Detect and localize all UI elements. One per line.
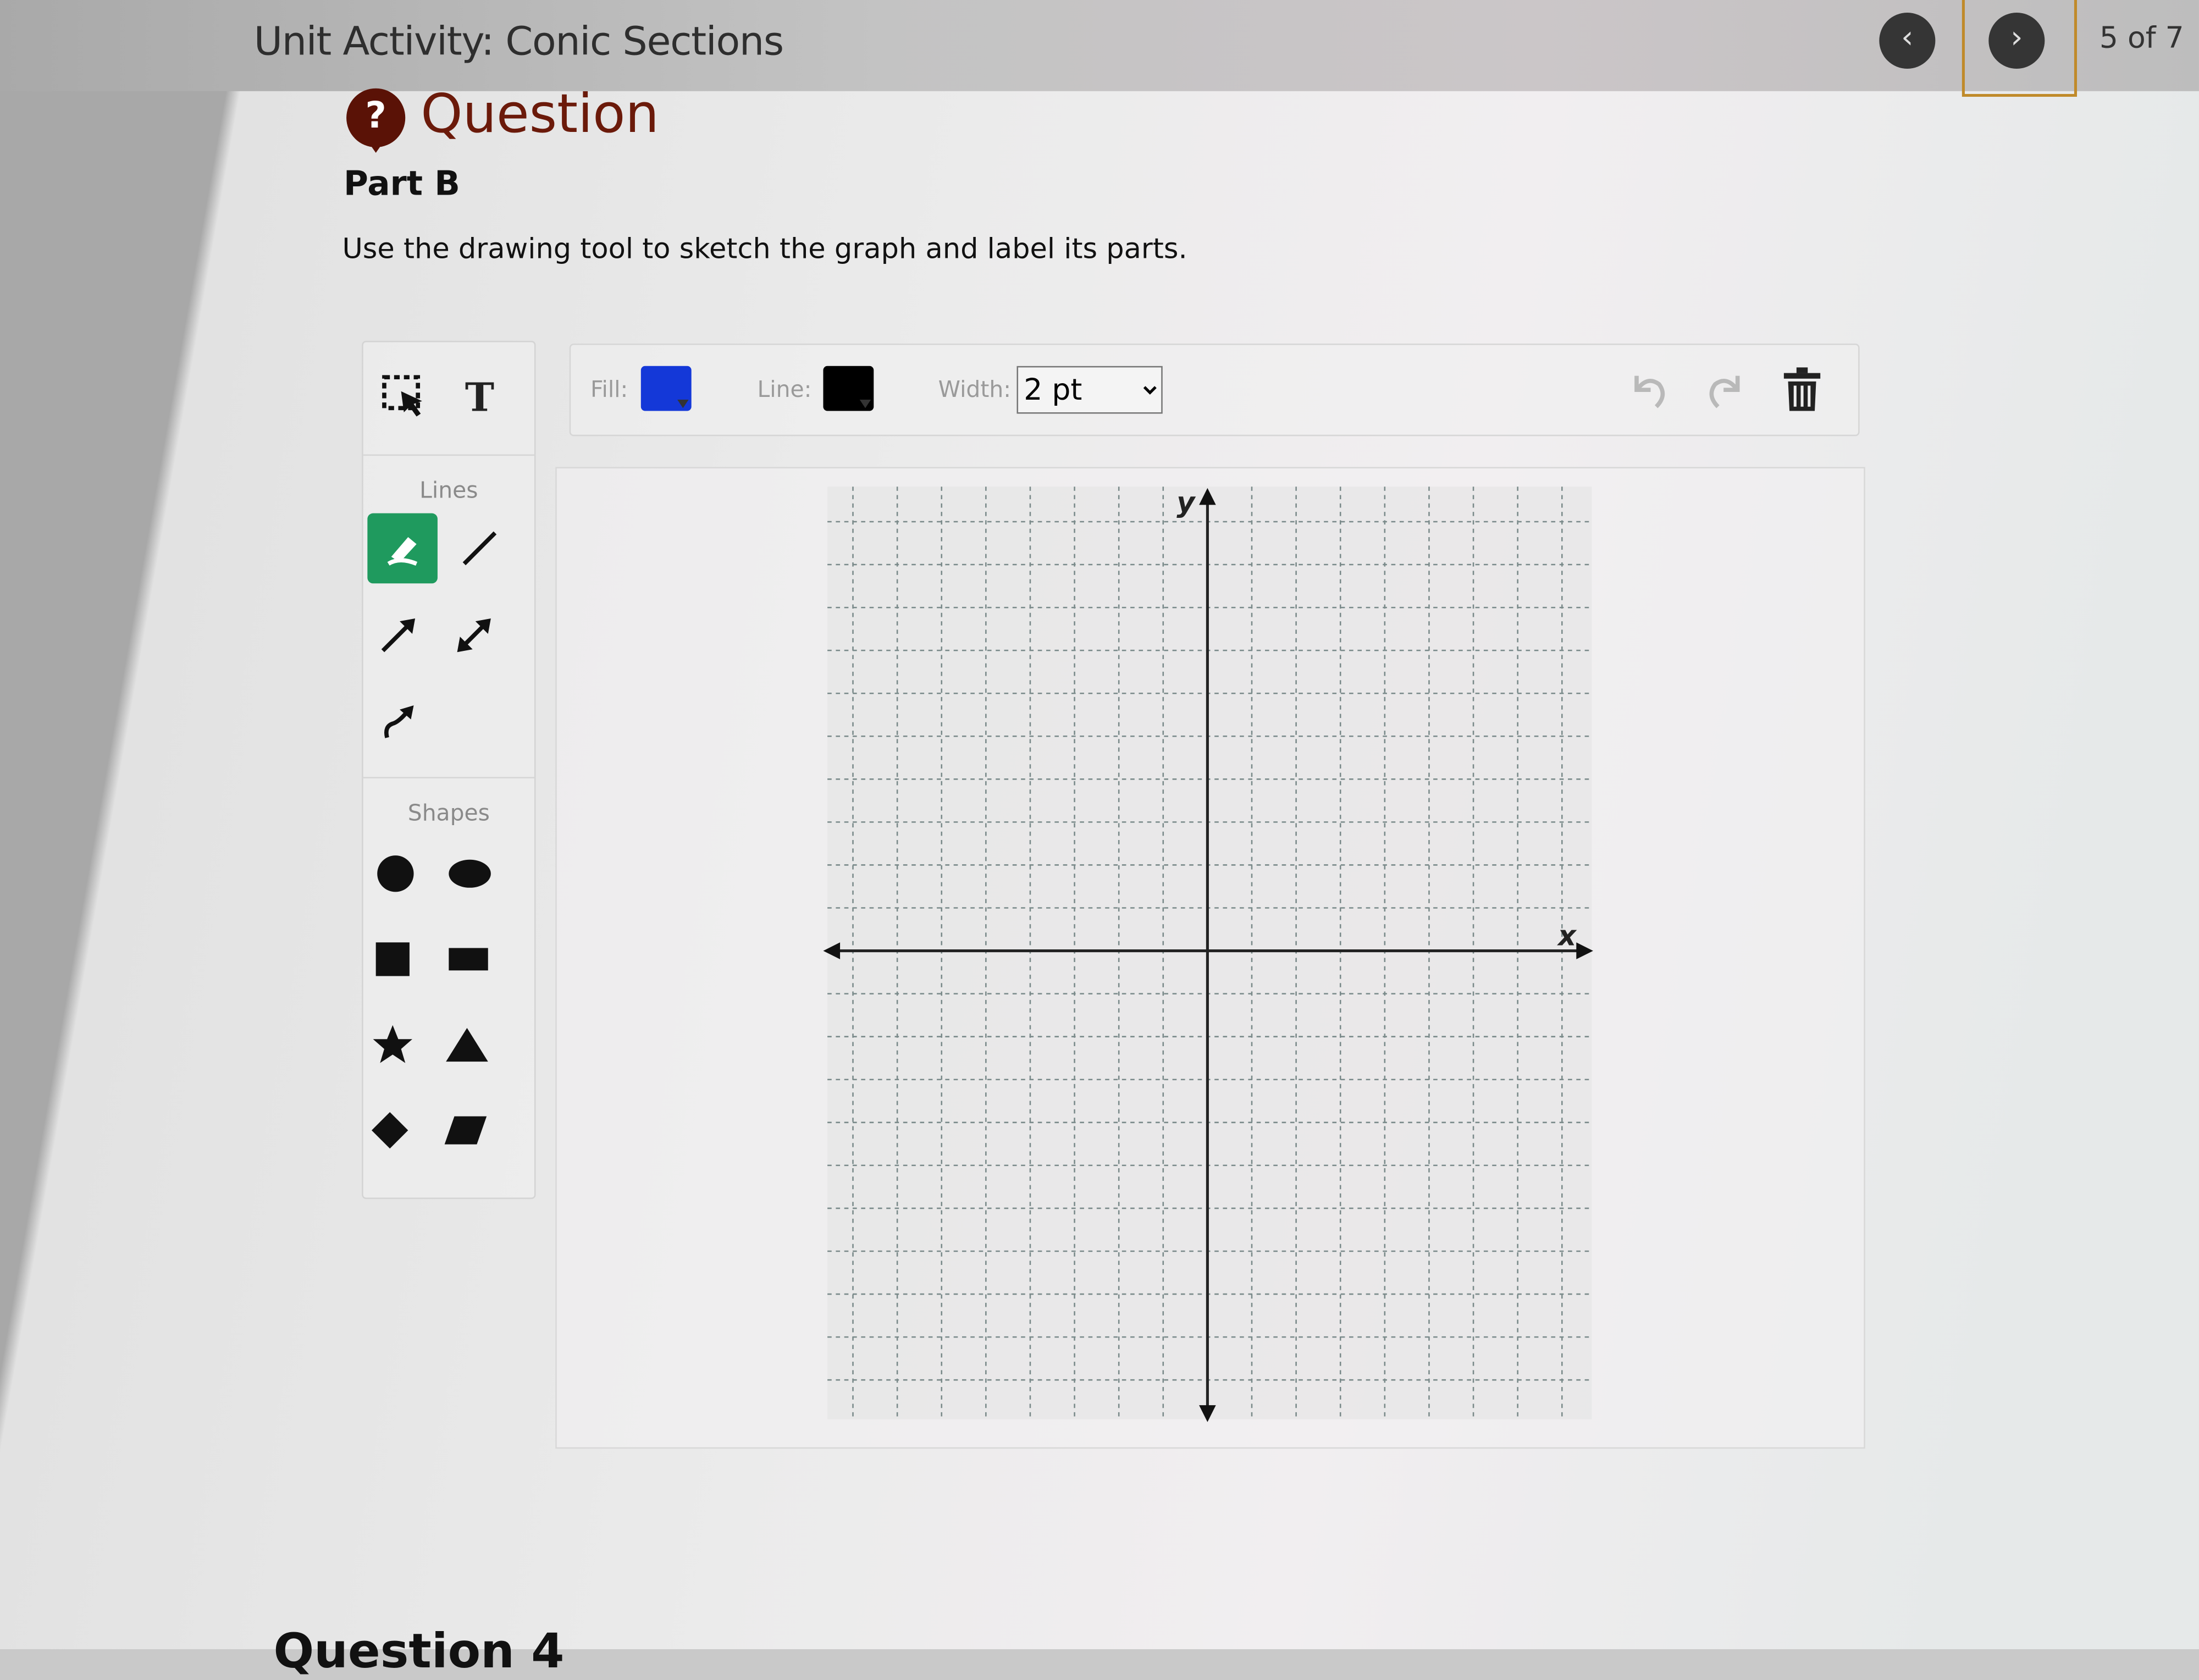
curved-arrow-icon — [384, 705, 414, 738]
tool-palette: T Lines Shapes — [361, 340, 536, 1200]
line-label: Line: — [757, 375, 812, 403]
curved-arrow-tool[interactable] — [363, 686, 434, 756]
trash-icon[interactable] — [1780, 364, 1825, 415]
page-indicator: 5 of 7 — [2099, 21, 2184, 55]
question-heading: Question — [421, 82, 659, 145]
line-color-picker[interactable] — [823, 366, 874, 411]
fill-label: Fill: — [590, 375, 628, 403]
text-icon: T — [465, 373, 495, 421]
activity-title: Unit Activity: Conic Sections — [253, 18, 784, 65]
question-bubble-icon: ? — [346, 88, 406, 153]
undo-icon[interactable] — [1626, 367, 1673, 412]
text-tool[interactable]: T — [445, 362, 515, 432]
diamond-icon — [372, 1112, 408, 1149]
parallelogram-icon — [444, 1116, 487, 1145]
pencil-icon — [387, 537, 418, 566]
page: Unit Activity: Conic Sections ‹ › 5 of 7… — [0, 0, 2199, 1680]
width-label: Width: — [938, 375, 1011, 403]
redo-icon[interactable] — [1701, 367, 1749, 412]
rectangle-icon — [449, 948, 488, 971]
divider — [363, 777, 534, 778]
part-label: Part B — [343, 164, 461, 203]
width-select[interactable]: 2 pt — [1016, 366, 1163, 414]
circle-tool[interactable] — [361, 838, 431, 909]
select-tool[interactable] — [369, 362, 439, 432]
chevron-right-icon: › — [2010, 21, 2023, 57]
diamond-tool[interactable] — [355, 1095, 425, 1165]
previous-button[interactable]: ‹ — [1879, 12, 1936, 69]
double-arrow-tool[interactable] — [439, 600, 509, 671]
circle-icon — [377, 855, 414, 892]
chevron-left-icon: ‹ — [1901, 21, 1914, 57]
divider — [363, 454, 534, 456]
arrow-tool[interactable] — [363, 600, 434, 671]
next-question-heading: Question 4 — [273, 1624, 565, 1680]
ellipse-tool[interactable] — [435, 838, 505, 909]
triangle-tool[interactable] — [432, 1010, 502, 1080]
double-arrow-icon — [457, 618, 491, 653]
question-glyph: ? — [365, 95, 386, 137]
square-icon — [375, 942, 410, 976]
rectangle-tool[interactable] — [433, 924, 504, 994]
line-tool[interactable] — [445, 513, 515, 584]
parallelogram-tool[interactable] — [430, 1095, 501, 1165]
marquee-select-icon — [382, 375, 422, 417]
freehand-tool[interactable] — [367, 513, 438, 584]
square-tool[interactable] — [358, 924, 428, 994]
line-icon — [462, 531, 497, 566]
instruction-text: Use the drawing tool to sketch the graph… — [342, 231, 1187, 266]
drawing-toolbar: Fill: Line: Width: 2 pt — [569, 343, 1860, 436]
triangle-icon — [446, 1027, 488, 1062]
lines-section-label: Lines — [419, 477, 478, 504]
shapes-section-label: Shapes — [407, 799, 490, 826]
arrow-icon — [381, 618, 416, 653]
star-tool[interactable] — [358, 1010, 428, 1080]
coordinate-grid[interactable]: xy — [817, 484, 1603, 1430]
ellipse-icon — [449, 859, 491, 888]
y-axis-label: y — [1176, 487, 1196, 519]
fill-color-picker[interactable] — [640, 366, 692, 411]
star-icon — [373, 1025, 412, 1063]
x-axis-label: x — [1556, 920, 1577, 952]
next-button[interactable]: › — [1988, 12, 2045, 69]
